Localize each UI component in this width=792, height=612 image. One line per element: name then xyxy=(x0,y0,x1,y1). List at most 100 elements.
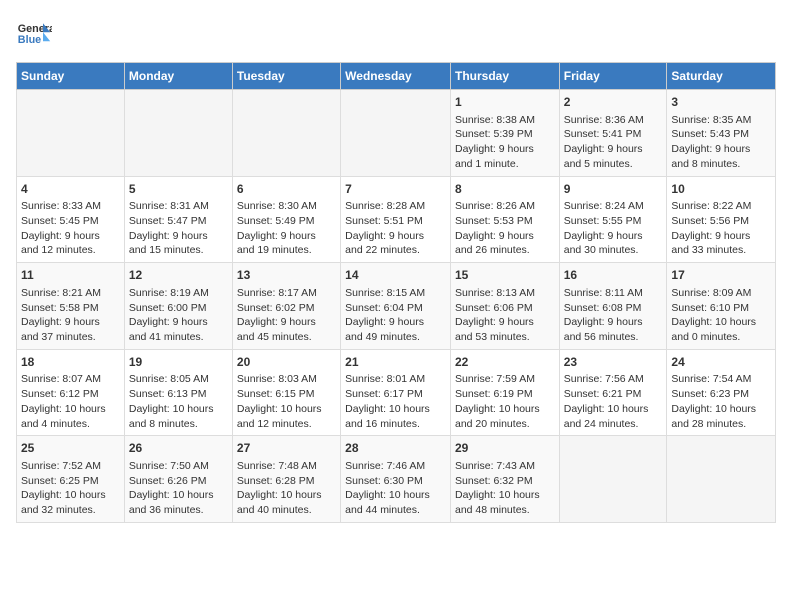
day-header-wednesday: Wednesday xyxy=(341,63,451,90)
calendar-week-row: 1Sunrise: 8:38 AMSunset: 5:39 PMDaylight… xyxy=(17,90,776,177)
day-number: 4 xyxy=(21,181,120,198)
day-info-line: Sunset: 6:08 PM xyxy=(564,301,663,316)
day-info-line: Daylight: 9 hours xyxy=(564,315,663,330)
logo-icon: General Blue xyxy=(16,16,52,52)
day-number: 19 xyxy=(129,354,228,371)
calendar-cell: 6Sunrise: 8:30 AMSunset: 5:49 PMDaylight… xyxy=(232,176,340,263)
calendar-cell: 13Sunrise: 8:17 AMSunset: 6:02 PMDayligh… xyxy=(232,263,340,350)
calendar-cell: 10Sunrise: 8:22 AMSunset: 5:56 PMDayligh… xyxy=(667,176,776,263)
day-info-line: Daylight: 9 hours xyxy=(129,315,228,330)
day-header-tuesday: Tuesday xyxy=(232,63,340,90)
calendar-cell: 24Sunrise: 7:54 AMSunset: 6:23 PMDayligh… xyxy=(667,349,776,436)
day-info-line: Daylight: 10 hours xyxy=(21,402,120,417)
day-number: 6 xyxy=(237,181,336,198)
day-info-line: Sunrise: 7:54 AM xyxy=(671,372,771,387)
day-info-line: and 12 minutes. xyxy=(237,417,336,432)
day-info-line: Sunrise: 7:43 AM xyxy=(455,459,555,474)
day-info-line: Sunrise: 8:35 AM xyxy=(671,113,771,128)
day-info-line: Daylight: 9 hours xyxy=(345,229,446,244)
day-number: 15 xyxy=(455,267,555,284)
day-info-line: Sunset: 5:45 PM xyxy=(21,214,120,229)
day-number: 23 xyxy=(564,354,663,371)
day-info-line: Daylight: 9 hours xyxy=(455,315,555,330)
day-info-line: Sunset: 6:15 PM xyxy=(237,387,336,402)
day-info-line: and 36 minutes. xyxy=(129,503,228,518)
day-info-line: and 8 minutes. xyxy=(671,157,771,172)
day-info-line: Sunrise: 7:48 AM xyxy=(237,459,336,474)
day-number: 13 xyxy=(237,267,336,284)
day-info-line: Sunrise: 8:21 AM xyxy=(21,286,120,301)
day-info-line: Daylight: 9 hours xyxy=(345,315,446,330)
day-info-line: Sunset: 6:23 PM xyxy=(671,387,771,402)
day-info-line: Sunset: 6:02 PM xyxy=(237,301,336,316)
day-number: 14 xyxy=(345,267,446,284)
day-number: 18 xyxy=(21,354,120,371)
day-info-line: and 44 minutes. xyxy=(345,503,446,518)
day-header-thursday: Thursday xyxy=(450,63,559,90)
day-number: 3 xyxy=(671,94,771,111)
day-header-saturday: Saturday xyxy=(667,63,776,90)
day-info-line: Sunrise: 8:07 AM xyxy=(21,372,120,387)
calendar-cell: 18Sunrise: 8:07 AMSunset: 6:12 PMDayligh… xyxy=(17,349,125,436)
calendar-cell: 9Sunrise: 8:24 AMSunset: 5:55 PMDaylight… xyxy=(559,176,667,263)
day-info-line: Sunrise: 8:36 AM xyxy=(564,113,663,128)
day-info-line: Daylight: 10 hours xyxy=(345,402,446,417)
day-info-line: and 49 minutes. xyxy=(345,330,446,345)
calendar-week-row: 11Sunrise: 8:21 AMSunset: 5:58 PMDayligh… xyxy=(17,263,776,350)
day-number: 20 xyxy=(237,354,336,371)
day-info-line: Sunrise: 8:13 AM xyxy=(455,286,555,301)
day-info-line: Sunrise: 8:26 AM xyxy=(455,199,555,214)
day-info-line: Daylight: 10 hours xyxy=(455,402,555,417)
day-info-line: Sunset: 5:39 PM xyxy=(455,127,555,142)
day-info-line: and 45 minutes. xyxy=(237,330,336,345)
day-info-line: Sunset: 6:21 PM xyxy=(564,387,663,402)
day-info-line: Sunrise: 7:46 AM xyxy=(345,459,446,474)
day-info-line: Sunset: 5:53 PM xyxy=(455,214,555,229)
day-info-line: Sunrise: 8:19 AM xyxy=(129,286,228,301)
day-info-line: and 20 minutes. xyxy=(455,417,555,432)
day-number: 8 xyxy=(455,181,555,198)
calendar-header-row: SundayMondayTuesdayWednesdayThursdayFrid… xyxy=(17,63,776,90)
day-number: 1 xyxy=(455,94,555,111)
day-info-line: Daylight: 9 hours xyxy=(671,142,771,157)
calendar-cell: 20Sunrise: 8:03 AMSunset: 6:15 PMDayligh… xyxy=(232,349,340,436)
day-info-line: and 33 minutes. xyxy=(671,243,771,258)
day-info-line: and 41 minutes. xyxy=(129,330,228,345)
day-info-line: Sunrise: 8:31 AM xyxy=(129,199,228,214)
day-number: 7 xyxy=(345,181,446,198)
day-info-line: Daylight: 9 hours xyxy=(21,229,120,244)
day-info-line: Sunrise: 8:33 AM xyxy=(21,199,120,214)
day-info-line: Sunset: 6:26 PM xyxy=(129,474,228,489)
day-info-line: Sunrise: 8:15 AM xyxy=(345,286,446,301)
day-info-line: Sunset: 6:32 PM xyxy=(455,474,555,489)
day-info-line: Sunrise: 8:30 AM xyxy=(237,199,336,214)
calendar-week-row: 18Sunrise: 8:07 AMSunset: 6:12 PMDayligh… xyxy=(17,349,776,436)
day-info-line: Daylight: 10 hours xyxy=(21,488,120,503)
day-info-line: Sunrise: 8:38 AM xyxy=(455,113,555,128)
day-info-line: Sunrise: 8:05 AM xyxy=(129,372,228,387)
day-info-line: and 1 minute. xyxy=(455,157,555,172)
calendar-cell: 27Sunrise: 7:48 AMSunset: 6:28 PMDayligh… xyxy=(232,436,340,523)
day-info-line: Sunset: 6:19 PM xyxy=(455,387,555,402)
day-info-line: Daylight: 10 hours xyxy=(237,488,336,503)
day-info-line: Daylight: 10 hours xyxy=(237,402,336,417)
day-number: 5 xyxy=(129,181,228,198)
day-info-line: Sunrise: 8:01 AM xyxy=(345,372,446,387)
calendar-cell: 3Sunrise: 8:35 AMSunset: 5:43 PMDaylight… xyxy=(667,90,776,177)
day-info-line: Sunset: 6:17 PM xyxy=(345,387,446,402)
day-number: 22 xyxy=(455,354,555,371)
day-header-sunday: Sunday xyxy=(17,63,125,90)
calendar-cell: 7Sunrise: 8:28 AMSunset: 5:51 PMDaylight… xyxy=(341,176,451,263)
day-info-line: Sunrise: 8:28 AM xyxy=(345,199,446,214)
day-number: 26 xyxy=(129,440,228,457)
day-info-line: Daylight: 9 hours xyxy=(671,229,771,244)
day-number: 17 xyxy=(671,267,771,284)
day-info-line: Sunset: 6:04 PM xyxy=(345,301,446,316)
calendar-cell: 17Sunrise: 8:09 AMSunset: 6:10 PMDayligh… xyxy=(667,263,776,350)
calendar-cell: 8Sunrise: 8:26 AMSunset: 5:53 PMDaylight… xyxy=(450,176,559,263)
day-info-line: Daylight: 9 hours xyxy=(455,142,555,157)
calendar-cell: 22Sunrise: 7:59 AMSunset: 6:19 PMDayligh… xyxy=(450,349,559,436)
day-info-line: Sunset: 6:00 PM xyxy=(129,301,228,316)
day-info-line: Daylight: 9 hours xyxy=(455,229,555,244)
day-info-line: Sunset: 6:13 PM xyxy=(129,387,228,402)
